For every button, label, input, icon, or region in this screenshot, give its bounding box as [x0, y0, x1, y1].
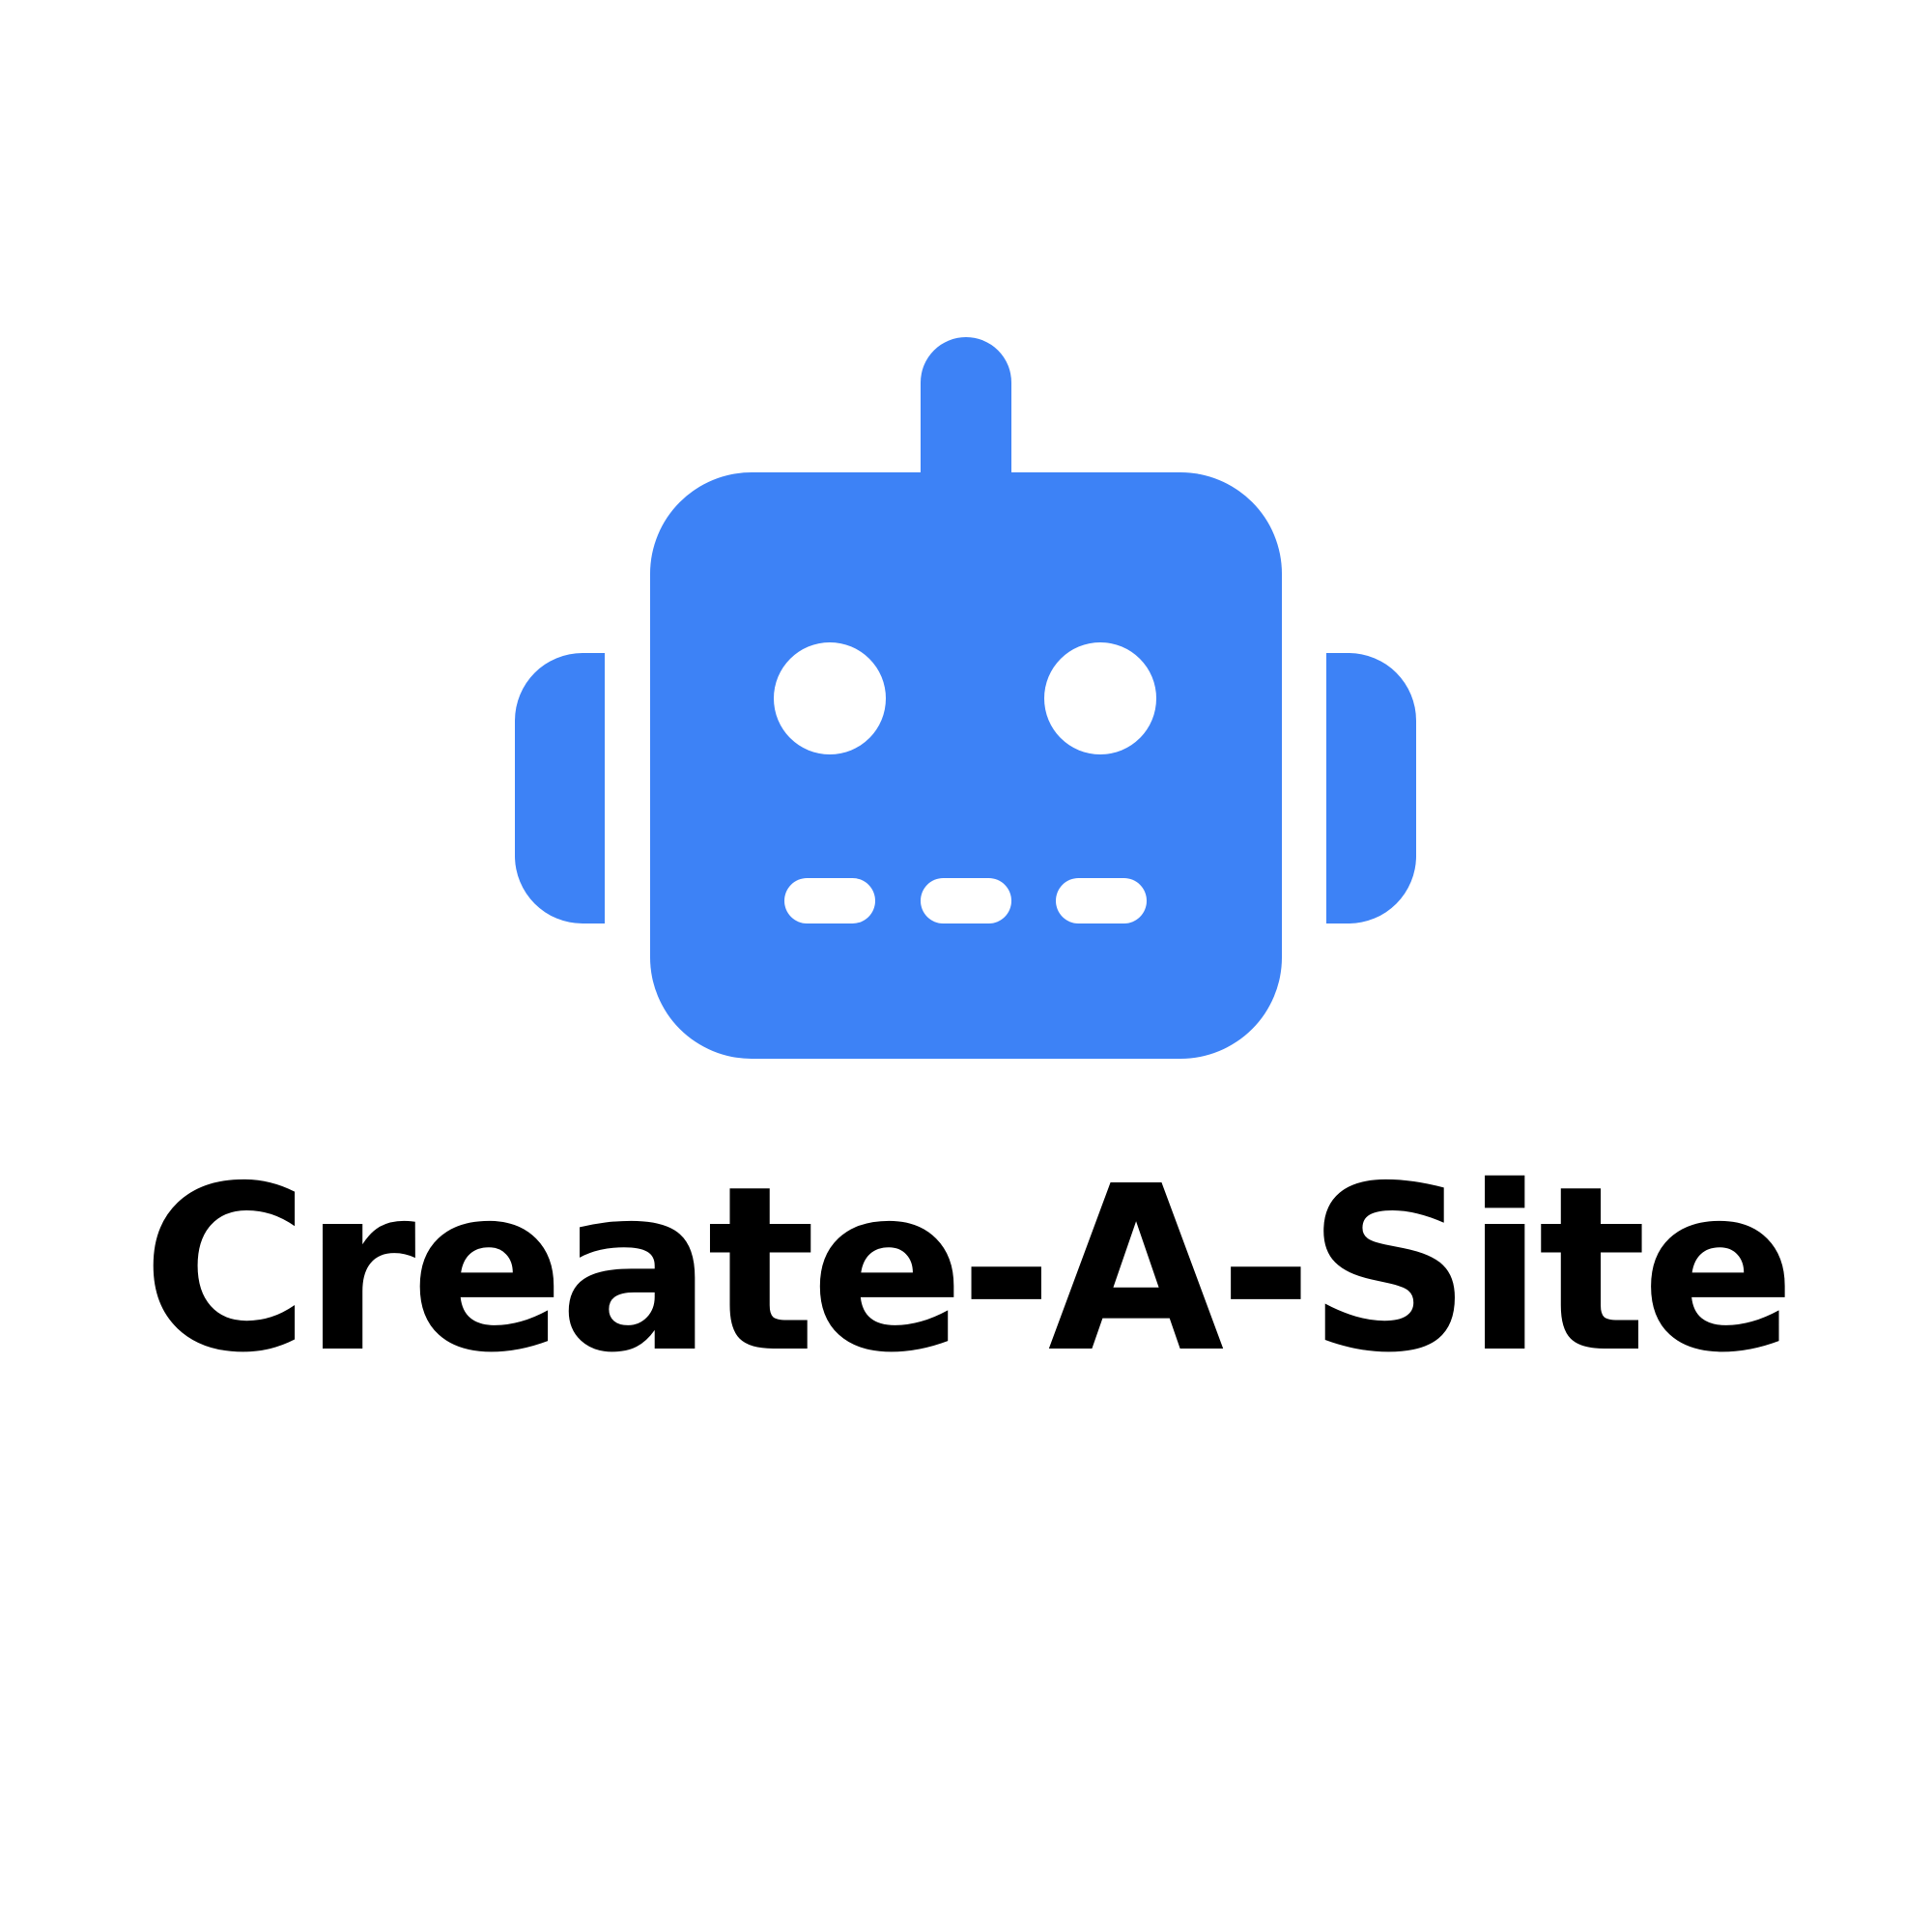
robot-head	[650, 472, 1282, 1059]
mouth-segment	[921, 878, 1011, 923]
brand-name: Create-A-Site	[141, 1137, 1796, 1403]
left-ear	[515, 653, 605, 923]
mouth-segment	[784, 878, 875, 923]
antenna	[921, 337, 1011, 473]
left-eye	[774, 642, 886, 754]
logo-canvas: Create-A-Site	[0, 0, 1932, 1932]
robot-head-icon	[515, 337, 1416, 1059]
mouth-segment	[1056, 878, 1147, 923]
right-ear	[1326, 653, 1416, 923]
right-eye	[1044, 642, 1156, 754]
